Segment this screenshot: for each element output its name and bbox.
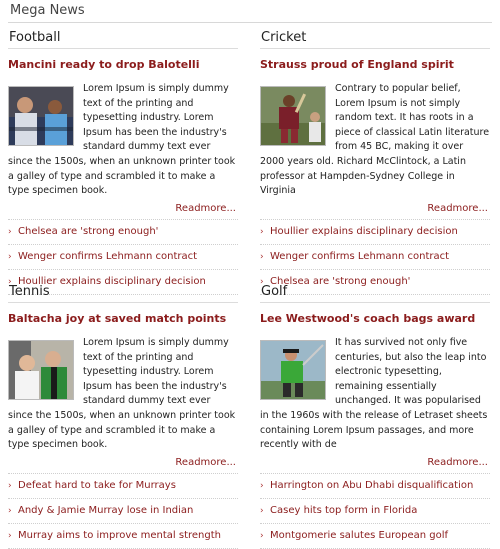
page-title: Mega News [10, 3, 85, 18]
story: It has survived not only five centuries,… [260, 336, 490, 453]
chevron-right-icon: › [260, 505, 264, 516]
list-item[interactable]: › Chelsea are 'strong enough' [8, 220, 238, 245]
related-links: › Harrington on Abu Dhabi disqualificatio… [260, 474, 490, 549]
panel-tennis: Tennis Baltacha joy at saved match point… [8, 282, 238, 549]
chevron-right-icon: › [8, 226, 12, 237]
page-header: Mega News [8, 0, 492, 23]
readmore-link[interactable]: Readmore... [260, 457, 490, 474]
headline-link[interactable]: Baltacha joy at saved match points [8, 312, 238, 326]
story: Contrary to popular belief, Lorem Ipsum … [260, 82, 490, 199]
readmore-link[interactable]: Readmore... [8, 203, 238, 220]
list-item[interactable]: › Casey hits top form in Florida [260, 499, 490, 524]
panel-cricket: Cricket Strauss proud of England spirit … [260, 28, 490, 295]
readmore-link[interactable]: Readmore... [260, 203, 490, 220]
headline-link[interactable]: Mancini ready to drop Balotelli [8, 58, 238, 72]
tennis-photo[interactable] [8, 340, 74, 400]
chevron-right-icon: › [8, 251, 12, 262]
headline-link[interactable]: Strauss proud of England spirit [260, 58, 490, 72]
cricket-photo[interactable] [260, 86, 326, 146]
list-item[interactable]: › Houllier explains disciplinary decision [260, 220, 490, 245]
golf-photo[interactable] [260, 340, 326, 400]
story: Lorem Ipsum is simply dummy text of the … [8, 82, 238, 199]
chevron-right-icon: › [8, 480, 12, 491]
category-title: Football [8, 28, 238, 49]
panel-golf: Golf Lee Westwood's coach bags award It … [260, 282, 490, 549]
chevron-right-icon: › [260, 480, 264, 491]
list-item[interactable]: › Andy & Jamie Murray lose in Indian [8, 499, 238, 524]
chevron-right-icon: › [8, 505, 12, 516]
headline-link[interactable]: Lee Westwood's coach bags award [260, 312, 490, 326]
list-item[interactable]: › Murray aims to improve mental strength [8, 524, 238, 549]
category-title: Golf [260, 282, 490, 303]
list-item[interactable]: › Wenger confirms Lehmann contract [260, 245, 490, 270]
list-item[interactable]: › Defeat hard to take for Murrays [8, 474, 238, 499]
chevron-right-icon: › [260, 530, 264, 541]
panel-football: Football Mancini ready to drop Balotelli… [8, 28, 238, 295]
category-title: Cricket [260, 28, 490, 49]
list-item[interactable]: › Harrington on Abu Dhabi disqualificatio… [260, 474, 490, 499]
category-title: Tennis [8, 282, 238, 303]
football-photo[interactable] [8, 86, 74, 146]
chevron-right-icon: › [260, 251, 264, 262]
list-item[interactable]: › Montgomerie salutes European golf [260, 524, 490, 549]
chevron-right-icon: › [8, 530, 12, 541]
related-links: › Defeat hard to take for Murrays › Andy &… [8, 474, 238, 549]
story: Lorem Ipsum is simply dummy text of the … [8, 336, 238, 453]
list-item[interactable]: › Wenger confirms Lehmann contract [8, 245, 238, 270]
readmore-link[interactable]: Readmore... [8, 457, 238, 474]
chevron-right-icon: › [260, 226, 264, 237]
